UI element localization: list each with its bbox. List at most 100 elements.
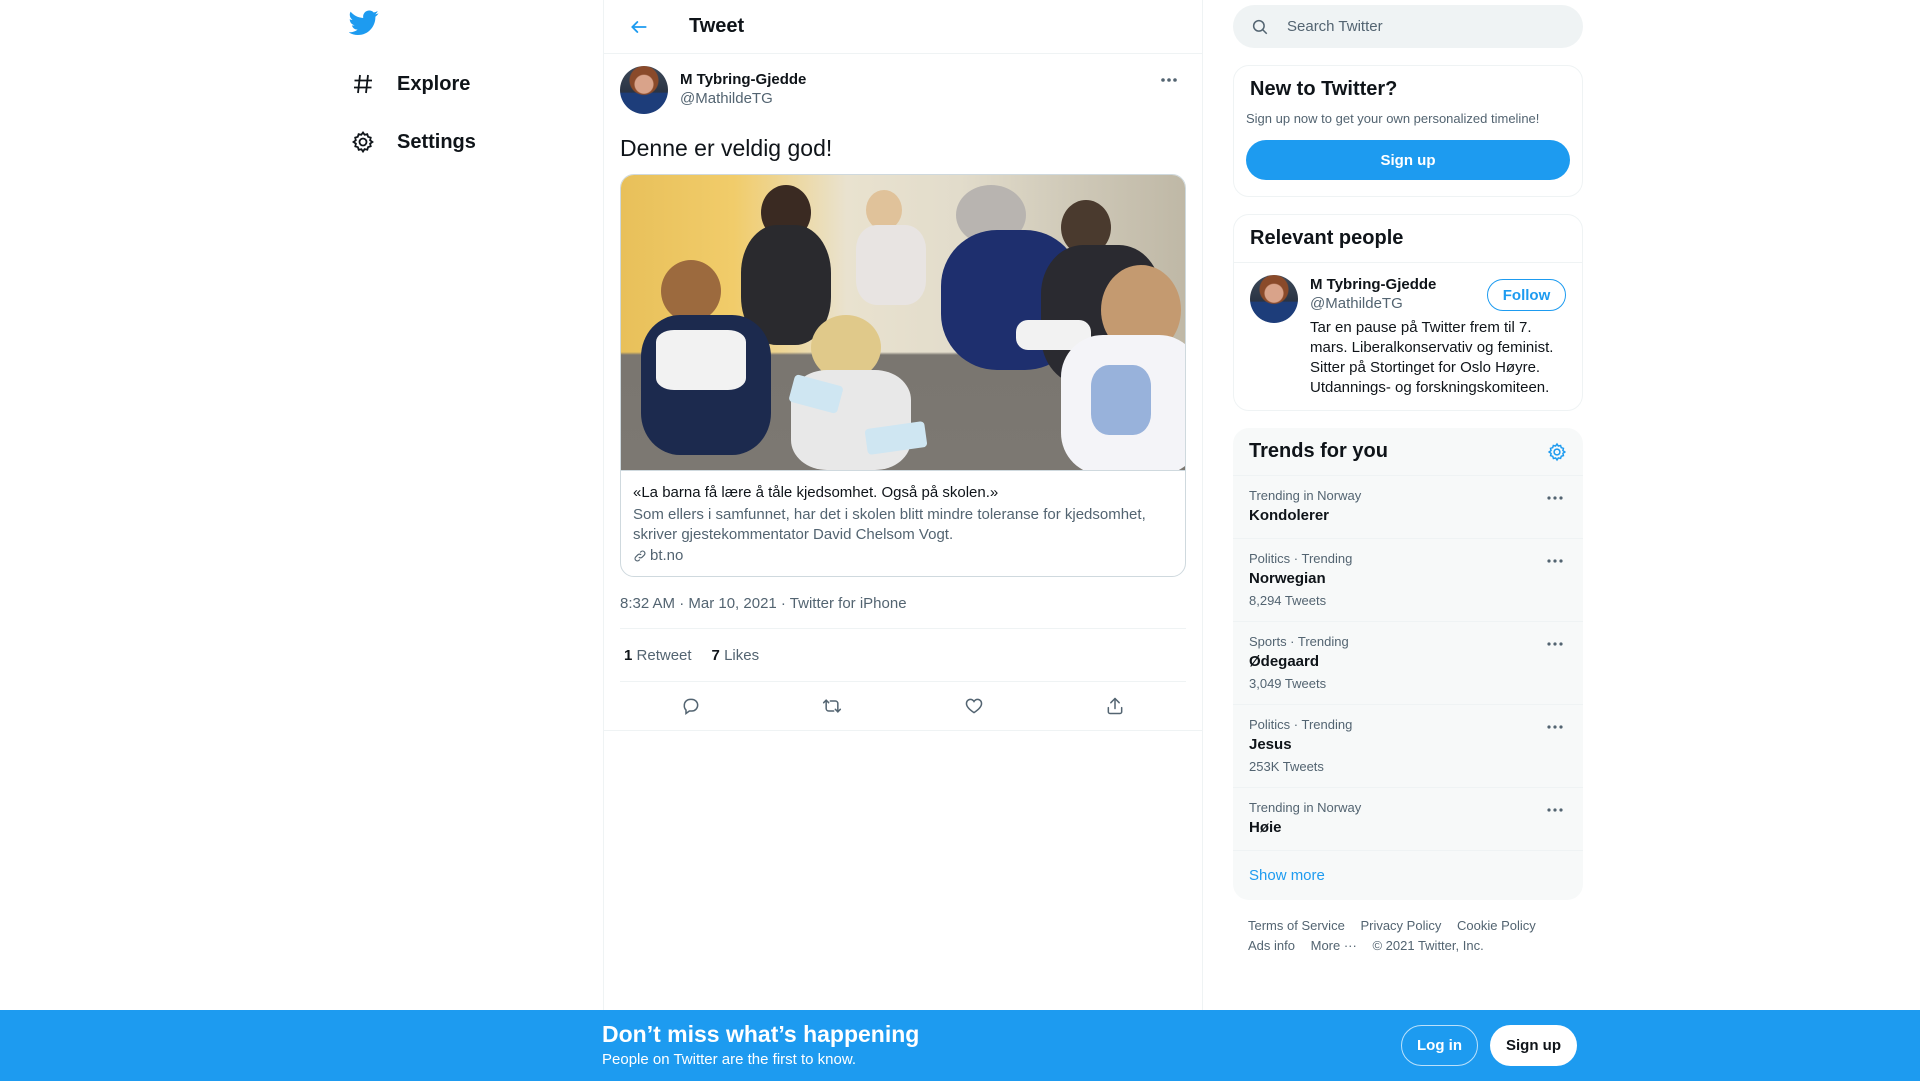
card-title: «La barna få lære å tåle kjedsomhet. Ogs… [633, 484, 999, 501]
tweet: M Tybring-Gjedde @MathildeTG Denne er ve… [604, 54, 1202, 731]
retweets-count: 1 [624, 646, 633, 664]
retweet-button[interactable] [815, 689, 849, 723]
ellipsis-icon [1547, 642, 1563, 646]
share-button[interactable] [1098, 689, 1132, 723]
banner-subtitle: People on Twitter are the first to know. [602, 1051, 857, 1068]
nav-item-settings[interactable]: Settings [349, 128, 476, 156]
card-domain: bt.no [633, 547, 1173, 564]
gear-icon [349, 128, 377, 156]
relevant-people-panel: Relevant people M Tybring-Gjedde @Mathil… [1233, 214, 1583, 411]
trend-more-button[interactable] [1543, 800, 1567, 820]
avatar[interactable] [1250, 275, 1298, 323]
trend-meta: Trending in Norway [1249, 488, 1362, 503]
tweet-text: Denne er veldig god! [620, 135, 833, 161]
link-icon [634, 550, 646, 561]
trend-meta: Politics · Trending [1249, 717, 1353, 732]
footer-link-terms[interactable]: Terms of Service [1248, 918, 1345, 933]
show-more-link[interactable]: Show more [1233, 851, 1583, 900]
nav-item-label: Settings [397, 130, 476, 153]
gear-icon[interactable] [1547, 442, 1567, 462]
trend-name: Ødegaard [1249, 653, 1320, 670]
avatar[interactable] [620, 66, 668, 114]
panel-title: Relevant people [1234, 215, 1582, 263]
tweet-column: Tweet M Tybring-Gjedde @MathildeTG Denne… [603, 0, 1203, 1010]
retweets-label: Retweet [636, 646, 692, 664]
divider [604, 730, 1202, 731]
trend-item[interactable]: Sports · Trending Ødegaard 3,049 Tweets [1233, 622, 1583, 705]
trend-item[interactable]: Politics · Trending Jesus 253K Tweets [1233, 705, 1583, 788]
trend-item[interactable]: Trending in Norway Kondolerer [1233, 476, 1583, 539]
trend-count: 253K Tweets [1249, 759, 1324, 774]
author-names: M Tybring-Gjedde @MathildeTG [680, 70, 806, 109]
ellipsis-icon [1547, 725, 1563, 729]
card-body: «La barna få lære å tåle kjedsomhet. Ogs… [621, 470, 1185, 576]
column-header: Tweet [604, 0, 1202, 54]
signup-banner: Don’t miss what’s happening People on Tw… [0, 1010, 1920, 1081]
search-bar[interactable] [1233, 5, 1583, 48]
like-button[interactable] [957, 689, 991, 723]
ellipsis-icon [1547, 559, 1563, 563]
trend-meta: Sports · Trending [1249, 634, 1349, 649]
person-bio: Tar en pause på Twitter frem til 7. mars… [1310, 319, 1554, 396]
footer-link-ads-info[interactable]: Ads info [1248, 938, 1295, 953]
trend-item[interactable]: Politics · Trending Norwegian 8,294 Twee… [1233, 539, 1583, 622]
follow-button[interactable]: Follow [1487, 279, 1566, 311]
more-options-button[interactable] [1152, 68, 1186, 92]
log-in-button[interactable]: Log in [1401, 1025, 1478, 1066]
trend-meta: Trending in Norway [1249, 800, 1362, 815]
heart-icon [965, 698, 983, 714]
trend-name: Jesus [1249, 736, 1292, 753]
trend-count: 3,049 Tweets [1249, 676, 1327, 691]
likes-stat[interactable]: 7 Likes [712, 647, 760, 664]
sign-up-button[interactable]: Sign up [1490, 1025, 1577, 1066]
tweet-actions [620, 682, 1186, 730]
hashtag-icon [349, 70, 377, 98]
author-handle[interactable]: @MathildeTG [680, 89, 806, 109]
retweets-stat[interactable]: 1 Retweet [624, 647, 692, 664]
trend-name: Kondolerer [1249, 507, 1330, 524]
arrow-left-icon [631, 20, 647, 33]
nav-item-label: Explore [397, 72, 471, 95]
person-row[interactable]: M Tybring-Gjedde @MathildeTG Tar en paus… [1234, 263, 1582, 410]
card-image [621, 175, 1185, 470]
trend-more-button[interactable] [1543, 634, 1567, 654]
tweet-timestamp[interactable]: 8:32 AM · Mar 10, 2021 · Twitter for iPh… [620, 595, 1186, 629]
ellipsis-icon [1547, 496, 1563, 500]
right-sidebar: New to Twitter? Sign up now to get your … [1233, 0, 1583, 956]
reply-icon [683, 698, 699, 715]
trend-count: 8,294 Tweets [1249, 593, 1327, 608]
panel-title: New to Twitter? [1250, 78, 1398, 100]
new-to-twitter-panel: New to Twitter? Sign up now to get your … [1233, 65, 1583, 197]
tweet-stats: 1 Retweet 7 Likes [620, 629, 1186, 682]
trend-more-button[interactable] [1543, 488, 1567, 508]
trends-header: Trends for you [1233, 428, 1583, 476]
reply-button[interactable] [674, 689, 708, 723]
banner-title: Don’t miss what’s happening [602, 1021, 920, 1047]
page-title: Tweet [689, 15, 745, 37]
nav-item-explore[interactable]: Explore [349, 70, 470, 98]
trend-name: Norwegian [1249, 570, 1326, 587]
back-button[interactable] [622, 10, 656, 44]
search-icon [1252, 19, 1268, 34]
trend-name: Høie [1249, 819, 1282, 836]
panel-title: Trends for you [1249, 440, 1388, 462]
likes-count: 7 [711, 646, 720, 664]
footer-link-privacy[interactable]: Privacy Policy [1360, 918, 1441, 933]
link-card[interactable]: «La barna få lære å tåle kjedsomhet. Ogs… [620, 174, 1186, 577]
footer-links: Terms of Service Privacy Policy Cookie P… [1233, 900, 1583, 956]
twitter-logo-icon[interactable] [348, 10, 381, 42]
share-icon [1107, 697, 1123, 715]
likes-label: Likes [724, 646, 760, 664]
author-name[interactable]: M Tybring-Gjedde [680, 70, 806, 89]
ellipsis-icon [1547, 808, 1563, 812]
footer-link-cookies[interactable]: Cookie Policy [1457, 918, 1536, 933]
sign-up-button[interactable]: Sign up [1246, 140, 1570, 180]
trend-more-button[interactable] [1543, 717, 1567, 737]
trend-more-button[interactable] [1543, 551, 1567, 571]
ellipsis-icon [1161, 78, 1177, 82]
trend-item[interactable]: Trending in Norway Høie [1233, 788, 1583, 851]
search-input[interactable] [1287, 18, 1547, 35]
footer-link-more[interactable]: More ··· [1311, 938, 1357, 953]
panel-description: Sign up now to get your own personalized… [1246, 111, 1540, 126]
card-description: Som ellers i samfunnet, har det i skolen… [633, 506, 1146, 543]
